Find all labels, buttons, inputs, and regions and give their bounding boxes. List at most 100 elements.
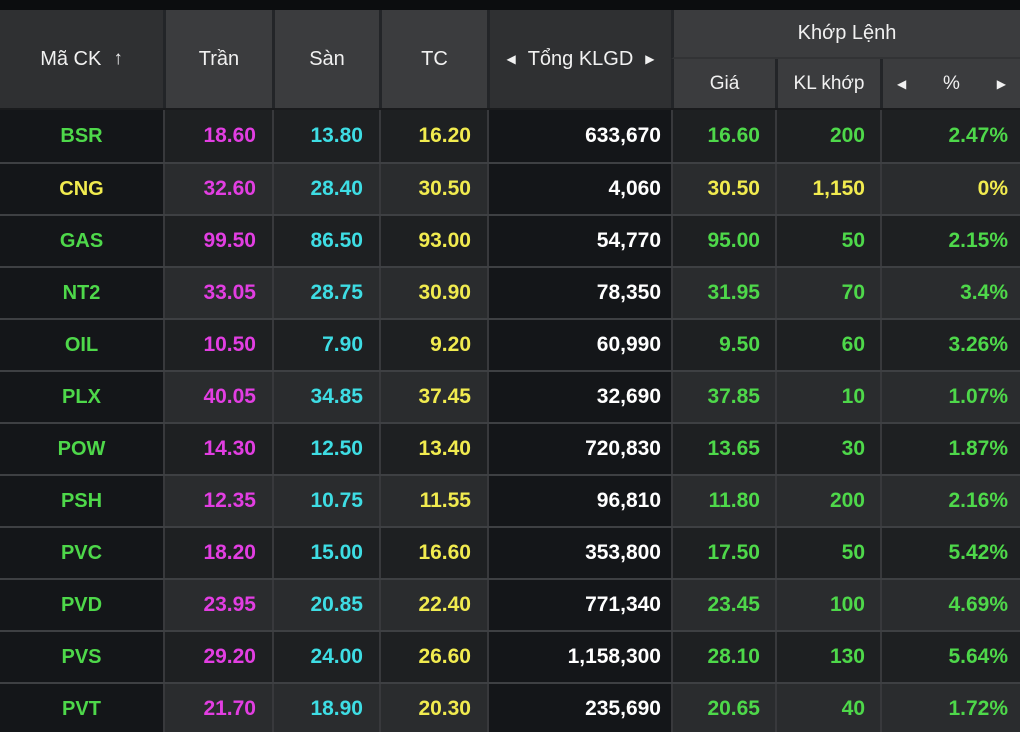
total-volume-cell: 1,158,300 [487, 632, 671, 682]
table-row[interactable]: PVS 29.20 24.00 26.60 1,158,300 28.10 13… [0, 630, 1020, 682]
matched-price-header-label: Giá [710, 73, 740, 95]
matched-volume-cell: 200 [775, 476, 880, 526]
floor-price-cell: 12.50 [272, 424, 379, 474]
floor-price-cell: 15.00 [272, 528, 379, 578]
ceiling-price-cell: 32.60 [163, 164, 272, 214]
matched-price-cell: 11.80 [671, 476, 775, 526]
floor-price-cell: 10.75 [272, 476, 379, 526]
table-body: BSR 18.60 13.80 16.20 633,670 16.60 200 … [0, 108, 1020, 732]
table-row[interactable]: GAS 99.50 86.50 93.00 54,770 95.00 50 2.… [0, 214, 1020, 266]
ceiling-price-cell: 23.95 [163, 580, 272, 630]
chevron-right-icon[interactable]: ▶ [645, 52, 654, 66]
floor-price-cell: 24.00 [272, 632, 379, 682]
top-strip [0, 0, 1020, 10]
reference-price-cell: 20.30 [379, 684, 487, 732]
ceiling-price-cell: 33.05 [163, 268, 272, 318]
stock-code-cell[interactable]: PLX [0, 372, 163, 422]
reference-price-cell: 93.00 [379, 216, 487, 266]
table-row[interactable]: CNG 32.60 28.40 30.50 4,060 30.50 1,150 … [0, 162, 1020, 214]
matched-price-cell: 37.85 [671, 372, 775, 422]
matched-volume-cell: 50 [775, 528, 880, 578]
chevron-left-icon[interactable]: ◀ [897, 77, 906, 91]
matched-price-cell: 13.65 [671, 424, 775, 474]
ceiling-price-cell: 99.50 [163, 216, 272, 266]
stock-code-cell[interactable]: GAS [0, 216, 163, 266]
reference-price-cell: 26.60 [379, 632, 487, 682]
total-volume-cell: 4,060 [487, 164, 671, 214]
matched-volume-cell: 40 [775, 684, 880, 732]
header-cell-percent-change[interactable]: ◀ % ▶ [880, 59, 1020, 108]
percent-change-cell: 0% [880, 164, 1020, 214]
stock-code-cell[interactable]: POW [0, 424, 163, 474]
header-cell-stock-code[interactable]: Mã CK ↑ [0, 10, 163, 108]
floor-header-label: Sàn [309, 48, 345, 71]
header-cell-total-volume[interactable]: ◀ Tổng KLGD ▶ [487, 10, 671, 108]
total-volume-cell: 771,340 [487, 580, 671, 630]
stock-code-cell[interactable]: PVC [0, 528, 163, 578]
header-cell-ceiling[interactable]: Trần [163, 10, 272, 108]
header-cell-matched-volume[interactable]: KL khớp [775, 59, 880, 108]
table-row[interactable]: PVC 18.20 15.00 16.60 353,800 17.50 50 5… [0, 526, 1020, 578]
floor-price-cell: 28.75 [272, 268, 379, 318]
percent-change-cell: 5.42% [880, 528, 1020, 578]
table-row[interactable]: PVD 23.95 20.85 22.40 771,340 23.45 100 … [0, 578, 1020, 630]
table-row[interactable]: PVT 21.70 18.90 20.30 235,690 20.65 40 1… [0, 682, 1020, 732]
chevron-right-icon[interactable]: ▶ [997, 77, 1006, 91]
matched-price-cell: 30.50 [671, 164, 775, 214]
matched-price-cell: 31.95 [671, 268, 775, 318]
matched-price-cell: 20.65 [671, 684, 775, 732]
matched-orders-group-label: Khớp Lệnh [798, 22, 897, 45]
stock-code-cell[interactable]: CNG [0, 164, 163, 214]
reference-price-cell: 11.55 [379, 476, 487, 526]
floor-price-cell: 20.85 [272, 580, 379, 630]
ceiling-price-cell: 12.35 [163, 476, 272, 526]
matched-volume-cell: 130 [775, 632, 880, 682]
matched-volume-cell: 70 [775, 268, 880, 318]
floor-price-cell: 86.50 [272, 216, 379, 266]
matched-price-cell: 16.60 [671, 110, 775, 162]
matched-price-cell: 28.10 [671, 632, 775, 682]
total-volume-cell: 96,810 [487, 476, 671, 526]
table-row[interactable]: BSR 18.60 13.80 16.20 633,670 16.60 200 … [0, 110, 1020, 162]
table-row[interactable]: OIL 10.50 7.90 9.20 60,990 9.50 60 3.26% [0, 318, 1020, 370]
reference-price-cell: 37.45 [379, 372, 487, 422]
percent-change-cell: 1.72% [880, 684, 1020, 732]
sort-ascending-icon[interactable]: ↑ [113, 48, 123, 70]
stock-code-cell[interactable]: PVS [0, 632, 163, 682]
header-group-matched-orders: Khớp Lệnh [671, 10, 1020, 59]
header-cell-matched-price[interactable]: Giá [671, 59, 775, 108]
floor-price-cell: 34.85 [272, 372, 379, 422]
matched-volume-cell: 60 [775, 320, 880, 370]
stock-code-cell[interactable]: OIL [0, 320, 163, 370]
stock-code-cell[interactable]: PSH [0, 476, 163, 526]
percent-change-cell: 2.15% [880, 216, 1020, 266]
percent-change-cell: 2.16% [880, 476, 1020, 526]
reference-price-cell: 13.40 [379, 424, 487, 474]
ceiling-price-cell: 18.20 [163, 528, 272, 578]
percent-change-cell: 2.47% [880, 110, 1020, 162]
percent-change-cell: 3.26% [880, 320, 1020, 370]
matched-volume-cell: 10 [775, 372, 880, 422]
stock-code-cell[interactable]: PVT [0, 684, 163, 732]
stock-code-header-label: Mã CK [40, 48, 101, 71]
stock-code-cell[interactable]: BSR [0, 110, 163, 162]
floor-price-cell: 7.90 [272, 320, 379, 370]
table-row[interactable]: PLX 40.05 34.85 37.45 32,690 37.85 10 1.… [0, 370, 1020, 422]
matched-volume-cell: 200 [775, 110, 880, 162]
header-cell-floor[interactable]: Sàn [272, 10, 379, 108]
table-row[interactable]: POW 14.30 12.50 13.40 720,830 13.65 30 1… [0, 422, 1020, 474]
table-row[interactable]: NT2 33.05 28.75 30.90 78,350 31.95 70 3.… [0, 266, 1020, 318]
stock-price-board: Mã CK ↑ Trần Sàn TC ◀ Tổng KLGD ▶ Khớp L… [0, 0, 1020, 732]
table-row[interactable]: PSH 12.35 10.75 11.55 96,810 11.80 200 2… [0, 474, 1020, 526]
table-header: Mã CK ↑ Trần Sàn TC ◀ Tổng KLGD ▶ Khớp L… [0, 10, 1020, 108]
stock-code-cell[interactable]: NT2 [0, 268, 163, 318]
chevron-left-icon[interactable]: ◀ [506, 52, 515, 66]
reference-header-label: TC [421, 48, 448, 71]
stock-code-cell[interactable]: PVD [0, 580, 163, 630]
floor-price-cell: 13.80 [272, 110, 379, 162]
percent-change-cell: 5.64% [880, 632, 1020, 682]
reference-price-cell: 9.20 [379, 320, 487, 370]
header-cell-reference[interactable]: TC [379, 10, 487, 108]
total-volume-cell: 235,690 [487, 684, 671, 732]
matched-volume-cell: 30 [775, 424, 880, 474]
